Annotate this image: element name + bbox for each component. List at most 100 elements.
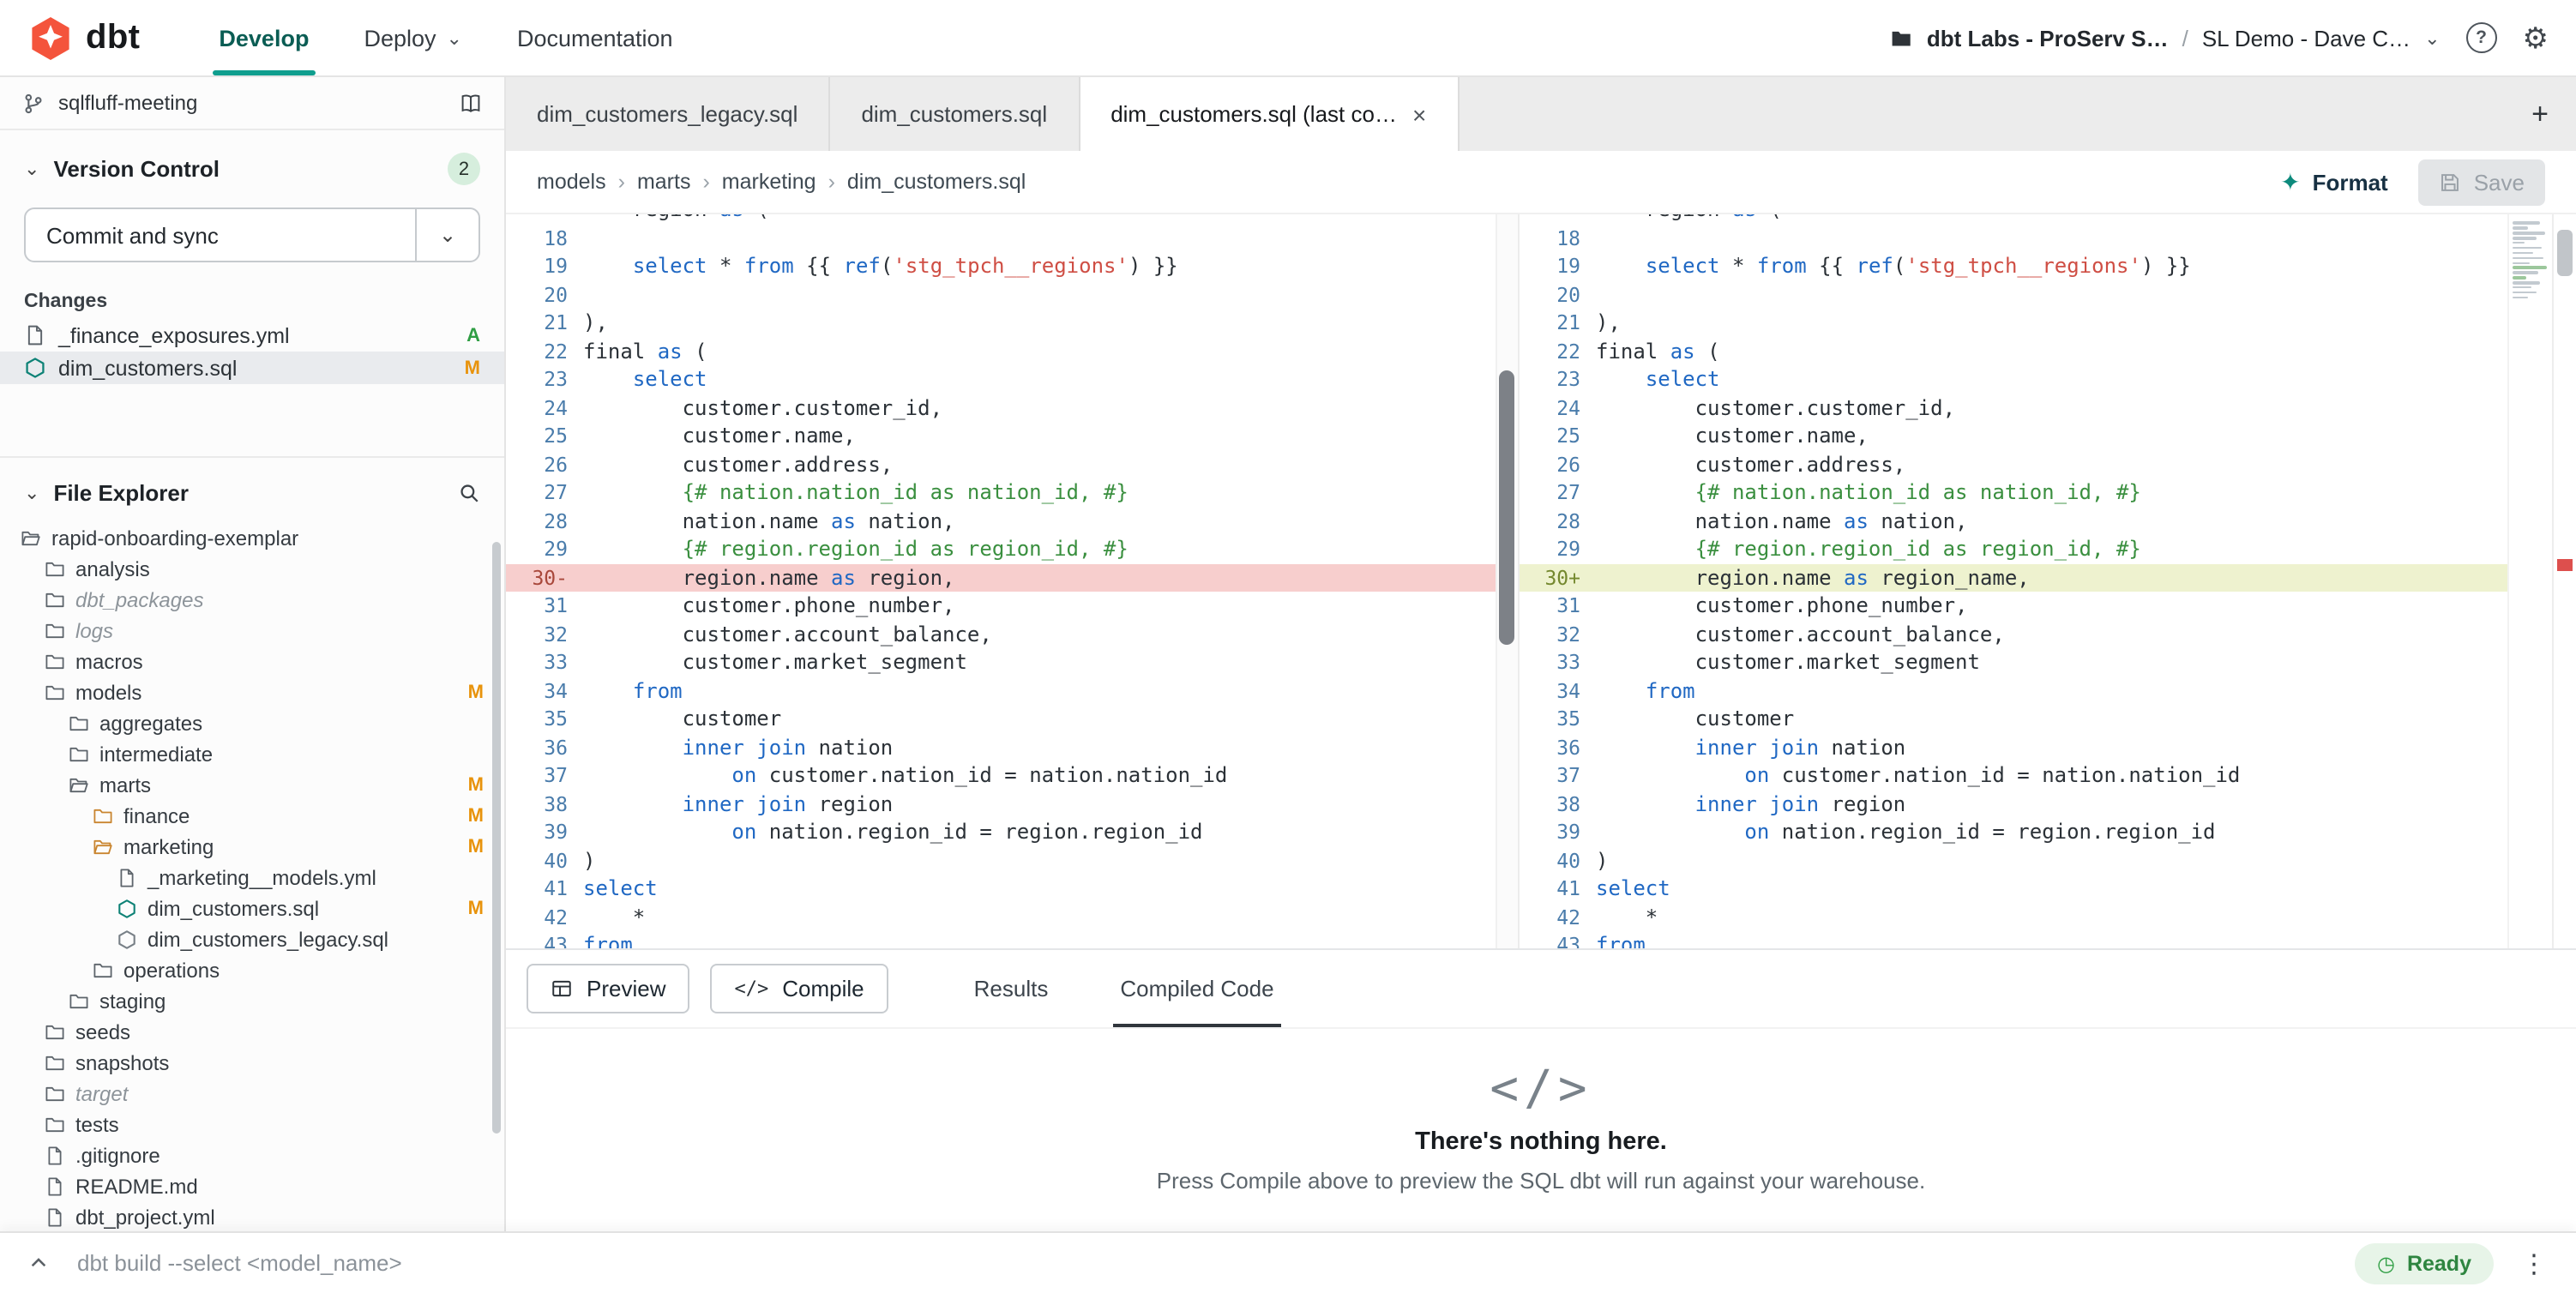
- scrollbar-thumb[interactable]: [1499, 370, 1514, 645]
- breadcrumb-item-marts[interactable]: marts: [637, 170, 691, 194]
- minimap-line: [2513, 272, 2537, 274]
- editor-tab-dim-customers-sql[interactable]: dim_customers.sql: [830, 77, 1080, 151]
- command-input[interactable]: dbt build --select <model_name>: [77, 1250, 2327, 1276]
- format-button[interactable]: ✦ Format: [2280, 167, 2388, 196]
- code-line-21: 21),: [1519, 309, 2507, 337]
- code-text: customer.phone_number,: [583, 592, 955, 620]
- new-tab-button[interactable]: +: [2531, 97, 2549, 131]
- tree-item-dbt-packages[interactable]: dbt_packages: [0, 585, 504, 616]
- tree-item-rapid-onboarding-exemplar[interactable]: rapid-onboarding-exemplar: [0, 523, 504, 554]
- file-icon: [45, 1207, 65, 1228]
- change-item-dim-customers-sql[interactable]: dim_customers.sqlM: [0, 352, 504, 384]
- breadcrumb-item-marketing[interactable]: marketing: [722, 170, 816, 194]
- breadcrumb-item-dim-customers-sql[interactable]: dim_customers.sql: [847, 170, 1026, 194]
- editor-tab-dim-customers-sql-last-co[interactable]: dim_customers.sql (last co…×: [1080, 77, 1459, 151]
- tree-item-analysis[interactable]: analysis: [0, 554, 504, 585]
- breadcrumb-item-models[interactable]: models: [537, 170, 606, 194]
- ready-clock-icon: ◷: [2377, 1253, 2395, 1273]
- format-label: Format: [2313, 169, 2388, 195]
- tree-item-macros[interactable]: macros: [0, 646, 504, 677]
- editor-tabbar: dim_customers_legacy.sqldim_customers.sq…: [506, 77, 2576, 151]
- editor-tab-dim-customers-legacy-sql[interactable]: dim_customers_legacy.sql: [506, 77, 830, 151]
- line-number: 25: [1519, 422, 1596, 450]
- dbt-logo[interactable]: dbt: [27, 0, 140, 75]
- tree-item-finance[interactable]: financeM: [0, 801, 504, 832]
- minimap[interactable]: [2507, 214, 2552, 948]
- tree-item-staging[interactable]: staging: [0, 986, 504, 1017]
- tree-item-operations[interactable]: operations: [0, 955, 504, 986]
- commit-options-chevron[interactable]: ⌄: [415, 209, 478, 261]
- nav-develop[interactable]: Develop: [191, 0, 336, 75]
- tree-item-dim-customers-sql[interactable]: dim_customers.sqlM: [0, 893, 504, 924]
- change-item-finance-exposures-yml[interactable]: _finance_exposures.ymlA: [0, 319, 504, 352]
- tree-item-gitignore[interactable]: .gitignore: [0, 1140, 504, 1171]
- diff-pane-left[interactable]: region as (1819 select * from {{ ref('st…: [506, 214, 1495, 948]
- file-explorer-header[interactable]: ⌄ File Explorer: [0, 458, 504, 520]
- save-button[interactable]: Save: [2419, 159, 2545, 205]
- line-number: 38: [506, 790, 583, 818]
- overview-ruler[interactable]: [2552, 214, 2576, 948]
- tree-item-models[interactable]: modelsM: [0, 677, 504, 708]
- close-icon[interactable]: ×: [1412, 102, 1426, 126]
- gear-icon[interactable]: ⚙: [2523, 23, 2549, 52]
- nav-deploy[interactable]: Deploy⌄: [336, 0, 490, 75]
- code-text: customer: [583, 705, 781, 733]
- account-project: dbt Labs - ProServ S…: [1927, 25, 2169, 51]
- code-line-36: 36 inner join nation: [1519, 733, 2507, 761]
- code-text: customer.customer_id,: [583, 394, 942, 422]
- kebab-menu-icon[interactable]: ⋮: [2521, 1248, 2549, 1278]
- tree-item-snapshots[interactable]: snapshots: [0, 1048, 504, 1079]
- file-icon: [45, 1146, 65, 1166]
- code-text: ),: [583, 309, 608, 337]
- version-control-header[interactable]: ⌄ Version Control 2: [0, 130, 504, 199]
- minimap-line: [2513, 281, 2540, 284]
- code-line-29: 29 {# region.region_id as region_id, #}: [506, 535, 1495, 563]
- tree-item-logs[interactable]: logs: [0, 616, 504, 646]
- sidebar-scrollbar[interactable]: [492, 542, 501, 1134]
- tree-item-aggregates[interactable]: aggregates: [0, 708, 504, 739]
- folder-icon: [45, 590, 65, 610]
- file-icon: [117, 868, 137, 888]
- tree-item-dbt-project-yml[interactable]: dbt_project.yml: [0, 1202, 504, 1231]
- panel-tab-compiled-code[interactable]: Compiled Code: [1113, 950, 1280, 1027]
- line-number: 42: [506, 903, 583, 931]
- expand-panel-chevron-icon[interactable]: [27, 1252, 50, 1274]
- code-text: select: [1596, 365, 1720, 394]
- search-icon[interactable]: [458, 482, 480, 504]
- line-number: 22: [506, 337, 583, 365]
- line-number: 31: [1519, 592, 1596, 620]
- folder-icon: [69, 713, 89, 734]
- preview-button[interactable]: Preview: [527, 964, 690, 1013]
- panel-tab-results[interactable]: Results: [967, 950, 1056, 1027]
- tree-item-target[interactable]: target: [0, 1079, 504, 1110]
- help-icon[interactable]: ?: [2466, 22, 2497, 53]
- line-number: 40: [1519, 846, 1596, 875]
- line-number: 36: [506, 733, 583, 761]
- account-switcher[interactable]: dbt Labs - ProServ S… / SL Demo - Dave C…: [1891, 25, 2441, 51]
- code-line-34: 34 from: [1519, 677, 2507, 705]
- commit-and-sync-button[interactable]: Commit and sync ⌄: [24, 207, 480, 262]
- tree-item-seeds[interactable]: seeds: [0, 1017, 504, 1048]
- tree-item-marketing-models-yml[interactable]: _marketing__models.yml: [0, 863, 504, 893]
- line-number: 27: [1519, 478, 1596, 507]
- tree-item-marketing[interactable]: marketingM: [0, 832, 504, 863]
- project-folder-icon: [1891, 27, 1913, 49]
- modified-badge: M: [468, 899, 484, 919]
- diff-pane-right[interactable]: region as (1819 select * from {{ ref('st…: [1517, 214, 2507, 948]
- code-line-17: region as (: [1519, 214, 2507, 224]
- nav-documentation[interactable]: Documentation: [490, 0, 701, 75]
- line-number: 34: [1519, 677, 1596, 705]
- line-number: 36: [1519, 733, 1596, 761]
- tree-item-dim-customers-legacy-sql[interactable]: dim_customers_legacy.sql: [0, 924, 504, 955]
- tree-item-tests[interactable]: tests: [0, 1110, 504, 1140]
- chevron-down-icon: ⌄: [24, 158, 39, 180]
- compile-button[interactable]: </> Compile: [711, 964, 888, 1013]
- tree-item-marts[interactable]: martsM: [0, 770, 504, 801]
- ruler-thumb[interactable]: [2557, 230, 2573, 276]
- docs-book-icon[interactable]: [460, 92, 482, 114]
- left-pane-scrollbar[interactable]: [1495, 214, 1517, 948]
- tree-item-intermediate[interactable]: intermediate: [0, 739, 504, 770]
- sidebar: sqlfluff-meeting ⌄ Version Control 2 Com…: [0, 77, 506, 1231]
- tree-item-readme-md[interactable]: README.md: [0, 1171, 504, 1202]
- tree-item-label: seeds: [75, 1020, 130, 1044]
